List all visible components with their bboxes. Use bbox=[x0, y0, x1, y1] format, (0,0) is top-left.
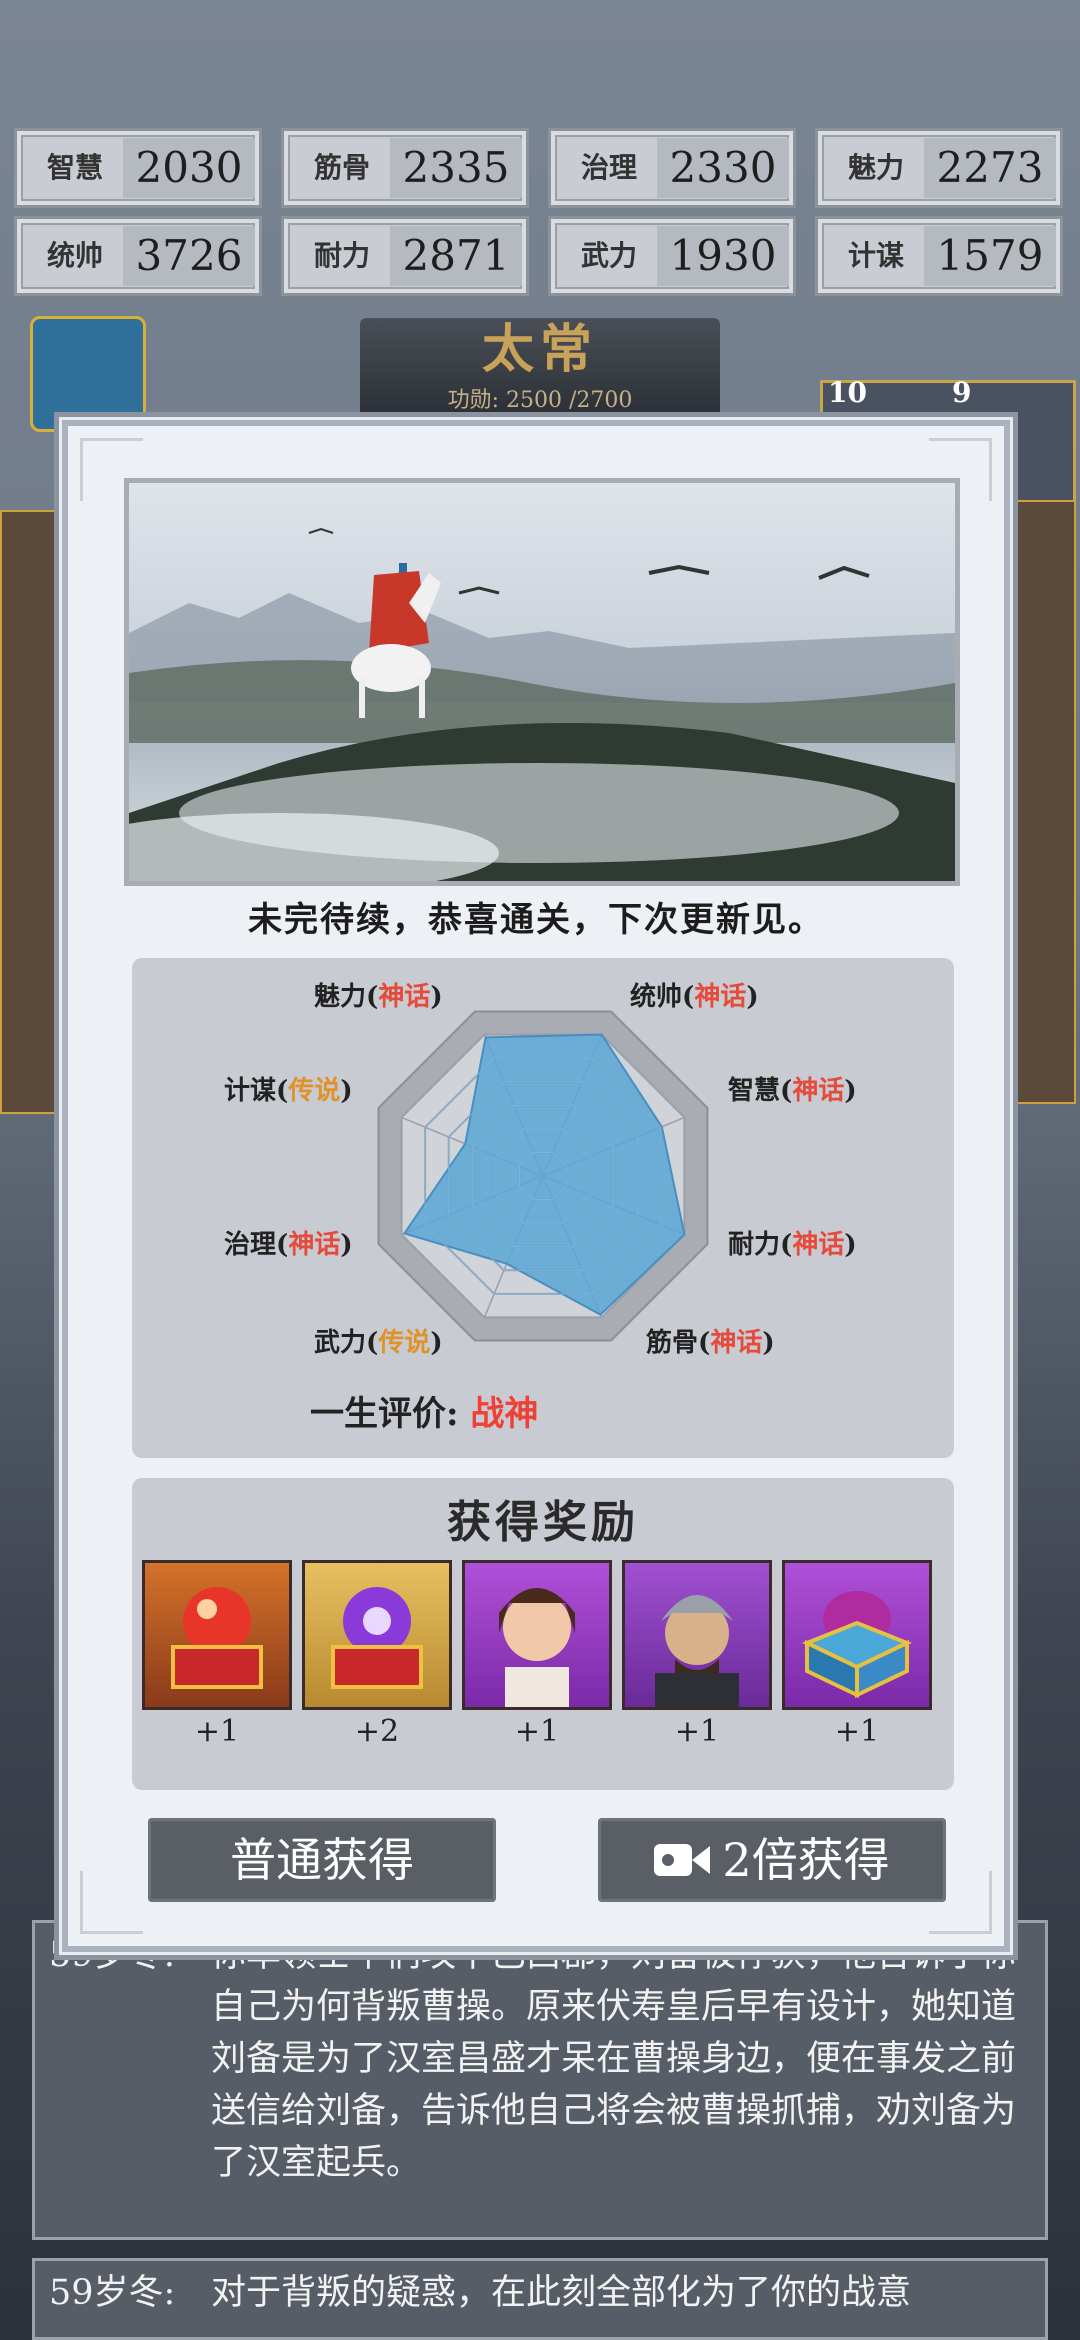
stat-force: 武力 1930 bbox=[548, 216, 796, 296]
normal-claim-button[interactable]: 普通获得 bbox=[148, 1818, 496, 1902]
stat-value: 3726 bbox=[123, 226, 255, 286]
radar-label-charm: 魅力(神话) bbox=[314, 982, 443, 1012]
rank-banner: 太常 功勋: 2500 /2700 bbox=[360, 318, 720, 418]
stat-label: 计谋 bbox=[847, 239, 904, 272]
reward-count: +2 bbox=[354, 1714, 400, 1749]
reward-count: +1 bbox=[194, 1714, 240, 1749]
log-entry: 59岁冬: 对于背叛的疑惑，在此刻全部化为了你的战意 bbox=[32, 2258, 1048, 2340]
ending-modal: 未完待续，恭喜通关，下次更新见。 魅力(神话) 统帅(神话) 智慧(神话) 耐力… bbox=[62, 420, 1010, 1952]
stat-value: 2330 bbox=[657, 138, 789, 198]
radar-label-governance: 治理(神话) bbox=[224, 1230, 353, 1260]
stat-label: 武力 bbox=[580, 239, 637, 272]
stat-label: 统帅 bbox=[46, 239, 103, 272]
stat-value: 2030 bbox=[123, 138, 255, 198]
lifetime-value: 战神 bbox=[470, 1394, 539, 1434]
log-text: 你率领士卒们攻下巴西郡，刘备被俘获，他告诉了你自己为何背叛曹操。原来伏寿皇后早有… bbox=[211, 1935, 1017, 2183]
stat-label: 魅力 bbox=[847, 151, 904, 184]
stat-wisdom: 智慧 2030 bbox=[14, 128, 262, 208]
card-badge: 10 bbox=[828, 376, 867, 409]
radar-label-wisdom: 智慧(神话) bbox=[728, 1076, 857, 1106]
frame-corner bbox=[80, 1871, 143, 1934]
stat-endurance: 耐力 2871 bbox=[281, 216, 529, 296]
stat-command: 统帅 3726 bbox=[14, 216, 262, 296]
lifetime-rating: 一生评价: 战神 bbox=[310, 1386, 538, 1435]
stat-value: 1579 bbox=[924, 226, 1056, 286]
card-badge: 9 bbox=[952, 376, 972, 409]
radar-label-strategy: 计谋(传说) bbox=[224, 1076, 353, 1106]
rank-merit: 功勋: 2500 /2700 bbox=[447, 388, 633, 413]
double-claim-button[interactable]: 2倍获得 bbox=[598, 1818, 946, 1902]
stat-value: 2871 bbox=[390, 226, 522, 286]
stat-governance: 治理 2330 bbox=[548, 128, 796, 208]
stat-strategy: 计谋 1579 bbox=[815, 216, 1063, 296]
stat-value: 1930 bbox=[657, 226, 789, 286]
right-portraits bbox=[1010, 500, 1076, 1104]
reward-count: +1 bbox=[514, 1714, 560, 1749]
purple-gem-box-icon[interactable] bbox=[782, 1560, 932, 1710]
radar-label-force: 武力(传说) bbox=[314, 1328, 443, 1358]
ending-illustration-art bbox=[129, 527, 955, 881]
lifetime-label: 一生评价: bbox=[310, 1394, 459, 1434]
radar-chart bbox=[377, 1010, 709, 1342]
ending-illustration bbox=[124, 478, 960, 886]
stat-value: 2335 bbox=[390, 138, 522, 198]
red-orb-chest-icon[interactable] bbox=[142, 1560, 292, 1710]
video-icon bbox=[654, 1822, 711, 1906]
radar-label-endurance: 耐力(神话) bbox=[728, 1230, 857, 1260]
emblem-icon[interactable] bbox=[30, 316, 146, 432]
stat-physique: 筋骨 2335 bbox=[281, 128, 529, 208]
reward-panel: 获得奖励 +1 +2 +1 +1 +1 bbox=[132, 1478, 954, 1790]
reward-title: 获得奖励 bbox=[447, 1497, 639, 1548]
stat-value: 2273 bbox=[924, 138, 1056, 198]
stat-label: 治理 bbox=[580, 151, 637, 184]
female-general-portrait[interactable] bbox=[462, 1560, 612, 1710]
male-general-portrait[interactable] bbox=[622, 1560, 772, 1710]
reward-count: +1 bbox=[834, 1714, 880, 1749]
log-entry: 59岁冬: 你率领士卒们攻下巴西郡，刘备被俘获，他告诉了你自己为何背叛曹操。原来… bbox=[32, 1920, 1048, 2240]
stat-charm: 魅力 2273 bbox=[815, 128, 1063, 208]
double-claim-label: 2倍获得 bbox=[722, 1833, 890, 1887]
ending-headline: 未完待续，恭喜通关，下次更新见。 bbox=[248, 900, 824, 940]
log-text: 对于背叛的疑惑，在此刻全部化为了你的战意 bbox=[211, 2273, 912, 2313]
stat-label: 智慧 bbox=[46, 151, 103, 184]
purple-orb-chest-icon[interactable] bbox=[302, 1560, 452, 1710]
rank-title: 太常 bbox=[481, 319, 598, 380]
left-portraits bbox=[0, 510, 64, 1114]
stat-label: 筋骨 bbox=[313, 151, 370, 184]
stat-label: 耐力 bbox=[313, 239, 370, 272]
reward-count: +1 bbox=[674, 1714, 720, 1749]
log-age: 59岁冬: bbox=[49, 2273, 176, 2313]
radar-label-command: 统帅(神话) bbox=[630, 982, 759, 1012]
radar-label-physique: 筋骨(神话) bbox=[646, 1328, 775, 1358]
radar-panel: 魅力(神话) 统帅(神话) 智慧(神话) 耐力(神话) 筋骨(神话) 武力(传说… bbox=[132, 958, 954, 1458]
